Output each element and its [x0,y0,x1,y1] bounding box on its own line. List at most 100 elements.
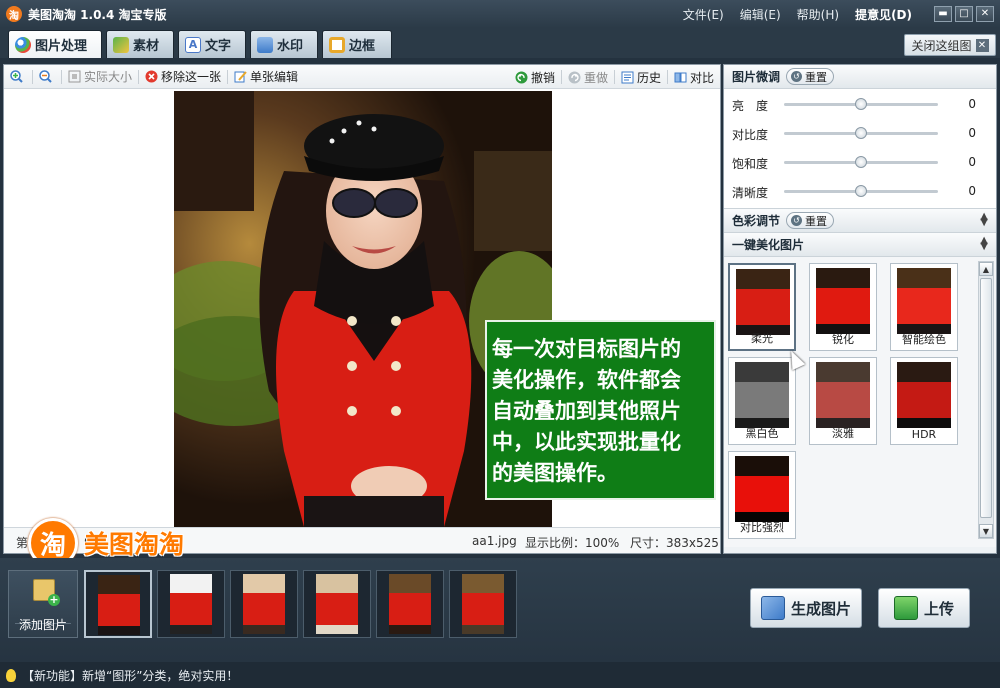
effect-label: 对比强烈 [740,521,784,534]
upload-label: 上传 [923,599,954,618]
tab-label: 文字 [205,39,232,54]
image-size: 尺寸：383x525 [630,536,719,550]
single-edit-button[interactable]: 单张编辑 [234,68,298,85]
effect-hdr[interactable]: HDR [890,357,958,445]
filmstrip-thumbnail[interactable] [84,570,152,638]
tab-image-processing[interactable]: 图片处理 [8,30,102,58]
filmstrip-thumbnail[interactable] [376,570,444,638]
close-button[interactable]: ✕ [976,6,994,22]
brightness-slider-handle[interactable] [855,98,867,110]
status-bar-text[interactable]: 【新功能】新增“图形”分类，绝对实用！ [22,667,238,684]
effect-black-white[interactable]: 黑白色 [728,357,796,445]
menu-edit[interactable]: 编辑(E) [740,6,781,23]
effect-preview [897,362,951,428]
remove-one-label: 移除这一张 [161,70,222,84]
sharpness-slider-handle[interactable] [855,185,867,197]
effect-preview [735,456,789,522]
color-adjust-title: 色彩调节 [732,214,781,228]
effect-high-contrast[interactable]: 对比强烈 [728,451,796,539]
effect-elegant[interactable]: 淡雅 [809,357,877,445]
tab-label: 边框 [349,39,376,54]
add-image-button[interactable]: 添加图片 [8,570,78,638]
scroll-up-icon[interactable]: ▲ [979,262,993,276]
remove-one-button[interactable]: 移除这一张 [145,68,221,85]
fine-tune-reset-button[interactable]: ↺ 重置 [786,68,835,85]
minimize-button[interactable]: ▬ [934,6,952,22]
effect-smart-color[interactable]: 智能绘色 [890,263,958,351]
effect-thumbnails: 柔光 锐化 智能绘色 黑白色 淡雅 HDR 对比强烈 ▲ ▼ [724,257,996,547]
history-icon [621,71,634,84]
compare-label: 对比 [689,70,714,85]
undo-button[interactable]: 撤销 [515,69,555,86]
maximize-button[interactable]: □ [955,6,973,22]
history-tools: 撤销 重做 历史 对比 [509,65,714,89]
color-reset-button[interactable]: ↺ 重置 [786,212,835,229]
brightness-slider-track[interactable] [784,98,938,110]
filmstrip-thumbnail[interactable] [449,570,517,638]
actual-size-button[interactable]: 实际大小 [68,68,132,85]
filmstrip-thumbnail[interactable] [303,570,371,638]
saturation-slider-handle[interactable] [855,156,867,168]
slider-label: 清晰度 [732,186,769,200]
add-image-label: 添加图片 [18,618,67,632]
status-bar: 【新功能】新增“图形”分类，绝对实用！ [0,662,1000,688]
display-scale: 显示比例：100% [525,536,620,550]
effect-soft-light[interactable]: 柔光 [728,263,796,351]
scroll-down-icon[interactable]: ▼ [979,524,993,538]
border-icon [329,36,345,53]
effect-preview [735,362,789,428]
app-logo-icon: 淘 [6,6,22,22]
callout-line: 中，以此实现批量化 [492,430,681,454]
image-index-prefix: 第 [16,536,29,550]
expand-collapse-icon: ▲ ▼ [980,235,988,252]
pencil-icon [234,70,247,83]
menu-bar: 文件(E) 编辑(E) 帮助(H) 提意见(D) [667,0,912,28]
thumbnail-preview [462,574,504,634]
history-button[interactable]: 历史 [621,69,661,86]
scrollbar-thumb[interactable] [980,278,992,518]
upload-icon [893,596,918,620]
watermark-icon [257,36,273,53]
zoom-out-icon [39,70,52,83]
toolbar-divider [666,70,668,84]
title-bar: 淘 美图淘淘 1.0.4 淘宝专版 文件(E) 编辑(E) 帮助(H) 提意见(… [0,0,1000,28]
effect-preview [897,268,951,334]
effect-label: 锐化 [832,333,854,346]
close-image-group-button[interactable]: 关闭这组图 ✕ [904,34,996,56]
zoom-in-button[interactable] [10,70,26,83]
generate-images-button[interactable]: 生成图片 [750,588,862,628]
zoom-out-button[interactable] [39,70,55,83]
menu-help[interactable]: 帮助(H) [797,6,839,23]
compare-button[interactable]: 对比 [674,69,714,86]
reset-label: 重置 [805,214,828,228]
saturation-slider-track[interactable] [784,156,938,168]
effects-scrollbar[interactable]: ▲ ▼ [978,261,994,539]
callout-line: 每一次对目标图片的 [492,337,681,361]
filmstrip-thumbnail[interactable] [230,570,298,638]
effect-sharpen[interactable]: 锐化 [809,263,877,351]
tab-border[interactable]: 边框 [322,30,392,58]
tab-watermark[interactable]: 水印 [250,30,318,58]
sharpness-slider-track[interactable] [784,185,938,197]
contrast-slider-handle[interactable] [855,127,867,139]
window-title: 美图淘淘 1.0.4 淘宝专版 [28,7,167,22]
filmstrip-thumbnail[interactable] [157,570,225,638]
thumbnail-preview [389,574,431,634]
tab-material[interactable]: 素材 [106,30,174,58]
undo-icon [515,71,528,84]
menu-file[interactable]: 文件(E) [683,6,724,23]
contrast-slider-track[interactable] [784,127,938,139]
slider-row-contrast: 对比度 0 [724,118,996,147]
add-image-icon [33,579,60,606]
redo-button[interactable]: 重做 [568,69,608,86]
slider-value: 0 [968,97,976,111]
tab-text[interactable]: A 文字 [178,30,246,58]
one-click-header[interactable]: 一键美化图片 ▲ ▼ [724,233,996,257]
menu-feedback[interactable]: 提意见(D) [855,6,912,23]
thumbnail-preview [243,574,285,634]
upload-button[interactable]: 上传 [878,588,970,628]
effect-preview [816,362,870,428]
color-adjust-header[interactable]: 色彩调节 ↺ 重置 ▲ ▼ [724,209,996,233]
fine-tune-title: 图片微调 [732,70,781,84]
reset-label: 重置 [805,70,828,84]
